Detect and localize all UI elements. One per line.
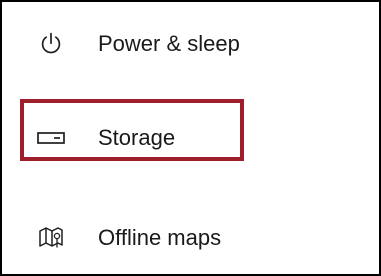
nav-item-storage[interactable]: Storage: [2, 112, 379, 164]
storage-icon: [36, 123, 66, 153]
nav-item-offline-maps[interactable]: Offline maps: [2, 212, 379, 264]
nav-item-power-sleep[interactable]: Power & sleep: [2, 18, 379, 70]
settings-nav-panel: Power & sleep Storage Offline maps: [0, 0, 381, 276]
nav-item-label: Offline maps: [98, 225, 222, 250]
nav-item-label: Power & sleep: [98, 31, 240, 56]
map-icon: [36, 223, 66, 253]
nav-item-label: Storage: [98, 125, 176, 150]
power-icon: [36, 29, 66, 59]
